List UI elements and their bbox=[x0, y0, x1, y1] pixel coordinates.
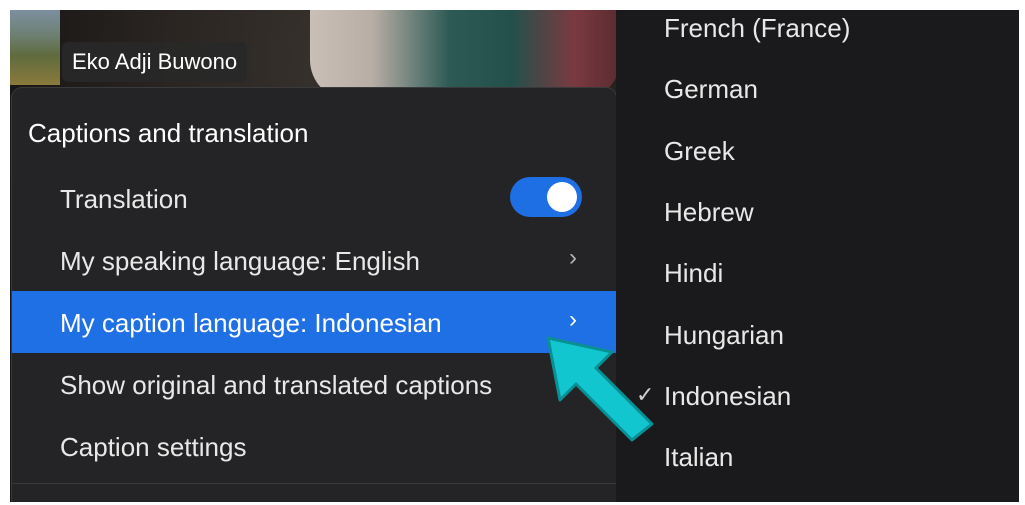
language-option-french-france[interactable]: French (France) bbox=[664, 13, 850, 44]
captions-menu: Captions and translation Translation My … bbox=[12, 88, 616, 502]
chevron-right-icon: › bbox=[569, 244, 577, 271]
translation-label: Translation bbox=[60, 184, 188, 214]
caption-settings-label: Caption settings bbox=[60, 432, 247, 462]
meeting-window: Eko Adji Buwono Captions and translation… bbox=[10, 10, 1019, 502]
caption-settings-item[interactable]: Caption settings bbox=[12, 415, 616, 477]
caption-language-item[interactable]: My caption language: Indonesian › bbox=[12, 291, 616, 353]
speaking-language-label: My speaking language: English bbox=[60, 246, 420, 276]
show-original-captions-item[interactable]: Show original and translated captions bbox=[12, 353, 616, 415]
language-option-hindi[interactable]: Hindi bbox=[664, 258, 723, 289]
participant-video-feed bbox=[310, 10, 620, 100]
language-option-greek[interactable]: Greek bbox=[664, 136, 735, 167]
caption-language-submenu: French (France) German Greek Hebrew Hind… bbox=[616, 10, 1019, 502]
participant-name-tag: Eko Adji Buwono bbox=[62, 42, 248, 82]
translation-toggle[interactable] bbox=[510, 177, 582, 217]
annotation-arrow-icon bbox=[546, 336, 654, 442]
caption-language-label: My caption language: Indonesian bbox=[60, 308, 442, 338]
chevron-right-icon: › bbox=[569, 306, 577, 333]
menu-divider bbox=[12, 483, 616, 484]
language-option-italian[interactable]: Italian bbox=[664, 442, 733, 473]
menu-header: Captions and translation bbox=[28, 118, 309, 148]
language-option-hungarian[interactable]: Hungarian bbox=[664, 320, 784, 351]
toggle-knob bbox=[547, 182, 577, 212]
self-view-thumbnail[interactable] bbox=[10, 10, 60, 85]
show-original-captions-label: Show original and translated captions bbox=[60, 370, 493, 400]
language-option-indonesian[interactable]: Indonesian bbox=[664, 381, 791, 412]
translation-toggle-row[interactable]: Translation bbox=[12, 167, 616, 229]
speaking-language-item[interactable]: My speaking language: English › bbox=[12, 229, 616, 291]
language-option-german[interactable]: German bbox=[664, 74, 758, 105]
language-option-hebrew[interactable]: Hebrew bbox=[664, 197, 754, 228]
